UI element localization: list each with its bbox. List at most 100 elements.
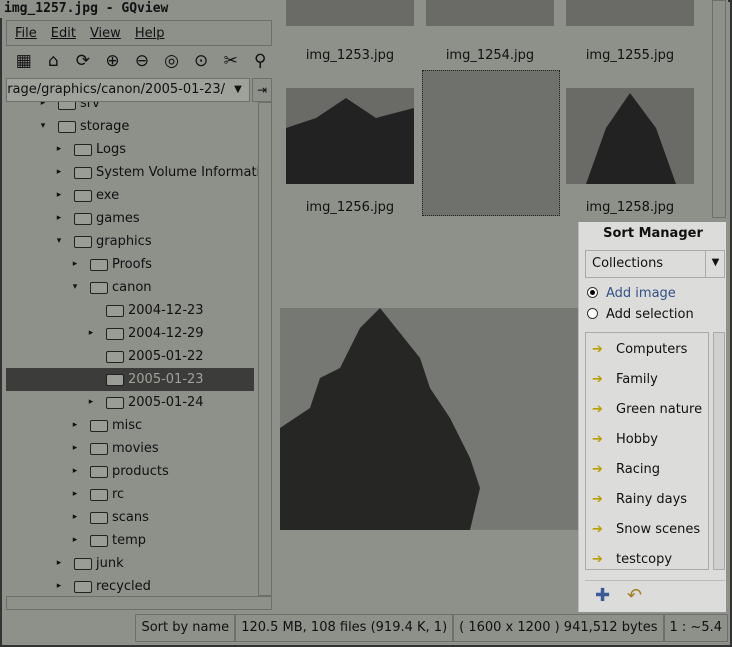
folder-icon (90, 420, 108, 432)
tree-item[interactable]: ▾ storage (6, 115, 254, 138)
tree-item[interactable]: ▸ movies (6, 437, 254, 460)
expander-closed-icon[interactable]: ▸ (54, 138, 64, 161)
thumbnails-icon[interactable]: ▦ (12, 51, 36, 71)
tree-item[interactable]: ▸ recycled (6, 575, 254, 596)
tree-item[interactable]: ▾ graphics (6, 230, 254, 253)
tree-item[interactable]: ▸ Logs (6, 138, 254, 161)
tree-horizontal-scrollbar[interactable] (6, 596, 272, 610)
collection-item[interactable]: ➔ Family (592, 365, 658, 395)
menu-view[interactable]: View (90, 26, 121, 41)
collection-item[interactable]: ➔ Racing (592, 455, 660, 485)
sort-mode-select[interactable]: Collections (585, 250, 725, 278)
expander-closed-icon[interactable]: ▸ (86, 391, 96, 414)
tree-item-label: exe (96, 188, 120, 203)
zoom-out-icon[interactable]: ⊖ (130, 51, 154, 71)
tree-vertical-scrollbar[interactable] (258, 102, 272, 596)
tree-item-label: misc (112, 418, 143, 433)
zoom-1-1-icon[interactable]: ⊙ (189, 51, 213, 71)
expander-open-icon[interactable]: ▾ (70, 276, 80, 299)
expander-closed-icon[interactable]: ▸ (70, 437, 80, 460)
tree-item[interactable]: ▸ temp (6, 529, 254, 552)
expander-closed-icon[interactable]: ▸ (70, 460, 80, 483)
tree-item[interactable]: ▸ 2004-12-29 (6, 322, 254, 345)
chevron-down-icon[interactable]: ▼ (705, 250, 725, 278)
tree-item[interactable]: ▸ misc (6, 414, 254, 437)
zoom-in-icon[interactable]: ⊕ (101, 51, 125, 71)
path-go-icon[interactable]: ⇥ (252, 78, 272, 102)
zoom-fit-icon[interactable]: ◎ (160, 51, 184, 71)
menu-edit[interactable]: Edit (51, 26, 76, 41)
collection-label: Computers (616, 342, 688, 357)
thumbnail-label[interactable]: img_1256.jpg (280, 200, 420, 215)
tree-item[interactable]: ▸ Proofs (6, 253, 254, 276)
thumbnail-label[interactable]: img_1253.jpg (280, 48, 420, 63)
expander-closed-icon[interactable]: ▸ (54, 207, 64, 230)
tools-icon[interactable]: ✂ (219, 51, 243, 71)
path-dropdown-icon[interactable]: ▼ (228, 80, 248, 100)
collection-item[interactable]: ➔ Hobby (592, 425, 658, 455)
tree-item[interactable]: ▸ exe (6, 184, 254, 207)
expander-closed-icon[interactable]: ▸ (86, 322, 96, 345)
collection-item[interactable]: ➔ Green nature (592, 395, 702, 425)
thumbnail-label[interactable]: img_1254.jpg (420, 48, 560, 63)
tree-item[interactable]: 2005-01-22 (6, 345, 254, 368)
menu-help[interactable]: Help (135, 26, 165, 41)
expander-closed-icon[interactable]: ▸ (54, 575, 64, 596)
thumbnail-image[interactable] (286, 88, 414, 184)
thumbnail-label[interactable]: img_1255.jpg (560, 48, 700, 63)
home-icon[interactable]: ⌂ (42, 51, 66, 71)
tree-item[interactable]: ▾ canon (6, 276, 254, 299)
plus-icon[interactable]: ✚ (595, 585, 610, 606)
status-sort[interactable]: Sort by name (135, 614, 236, 642)
tree-item-label: srv (80, 102, 100, 111)
path-input[interactable]: /storage/graphics/canon/2005-01-23 (6, 78, 250, 102)
folder-icon (90, 512, 108, 524)
tree-item[interactable]: ▸ games (6, 207, 254, 230)
folder-icon (90, 489, 108, 501)
radio-add-image[interactable]: Add image (587, 284, 727, 304)
thumbnail-image[interactable] (566, 0, 694, 26)
tree-item[interactable]: 2004-12-23 (6, 299, 254, 322)
radio-add-selection[interactable]: Add selection (587, 305, 727, 325)
expander-closed-icon[interactable]: ▸ (70, 414, 80, 437)
expander-open-icon[interactable]: ▾ (38, 115, 48, 138)
tree-item-label: canon (112, 280, 152, 295)
refresh-icon[interactable]: ⟳ (71, 51, 95, 71)
expander-open-icon[interactable]: ▾ (54, 230, 64, 253)
status-zoom: 1 : ~5.4 (663, 614, 728, 642)
image-photo (280, 308, 578, 530)
collection-label: Snow scenes (616, 522, 701, 537)
undo-icon[interactable]: ↶ (627, 585, 642, 606)
tree-item[interactable]: ▸ rc (6, 483, 254, 506)
menu-file[interactable]: File (15, 26, 37, 41)
tree-item[interactable]: ▸ System Volume Information (6, 161, 258, 184)
thumbnail-image[interactable] (286, 0, 414, 26)
expander-closed-icon[interactable]: ▸ (38, 102, 48, 115)
tree-item[interactable]: ▸ 2005-01-24 (6, 391, 254, 414)
expander-closed-icon[interactable]: ▸ (54, 184, 64, 207)
expander-closed-icon[interactable]: ▸ (70, 483, 80, 506)
expander-closed-icon[interactable]: ▸ (54, 161, 64, 184)
tree-item[interactable]: ▸ products (6, 460, 254, 483)
collection-item[interactable]: ➔ Snow scenes (592, 515, 700, 545)
tree-item[interactable]: ▸ junk (6, 552, 254, 575)
collection-item[interactable]: ➔ Computers (592, 335, 687, 365)
collection-item[interactable]: ➔ testcopy (592, 545, 672, 569)
collections-scrollbar[interactable] (713, 332, 725, 570)
tree-item-label: storage (80, 119, 130, 134)
expander-closed-icon[interactable]: ▸ (70, 253, 80, 276)
collection-item[interactable]: ➔ Rainy days (592, 485, 687, 515)
folder-open-icon (90, 282, 108, 294)
expander-closed-icon[interactable]: ▸ (70, 506, 80, 529)
thumbnail-scrollbar[interactable] (712, 0, 726, 218)
sort-manager-panel: Sort Manager Collections ▼ Add image Add… (578, 222, 726, 612)
pin-icon[interactable]: ⚲ (249, 51, 273, 71)
thumbnail-image[interactable] (426, 0, 554, 26)
expander-closed-icon[interactable]: ▸ (70, 529, 80, 552)
thumbnail-label[interactable]: img_1258.jpg (560, 200, 700, 215)
tree-item[interactable]: 2005-01-23 (6, 368, 254, 391)
thumbnail-image[interactable] (566, 88, 694, 184)
expander-closed-icon[interactable]: ▸ (54, 552, 64, 575)
tree-item[interactable]: ▸ scans (6, 506, 254, 529)
tree-item[interactable]: ▸ srv (6, 102, 254, 115)
